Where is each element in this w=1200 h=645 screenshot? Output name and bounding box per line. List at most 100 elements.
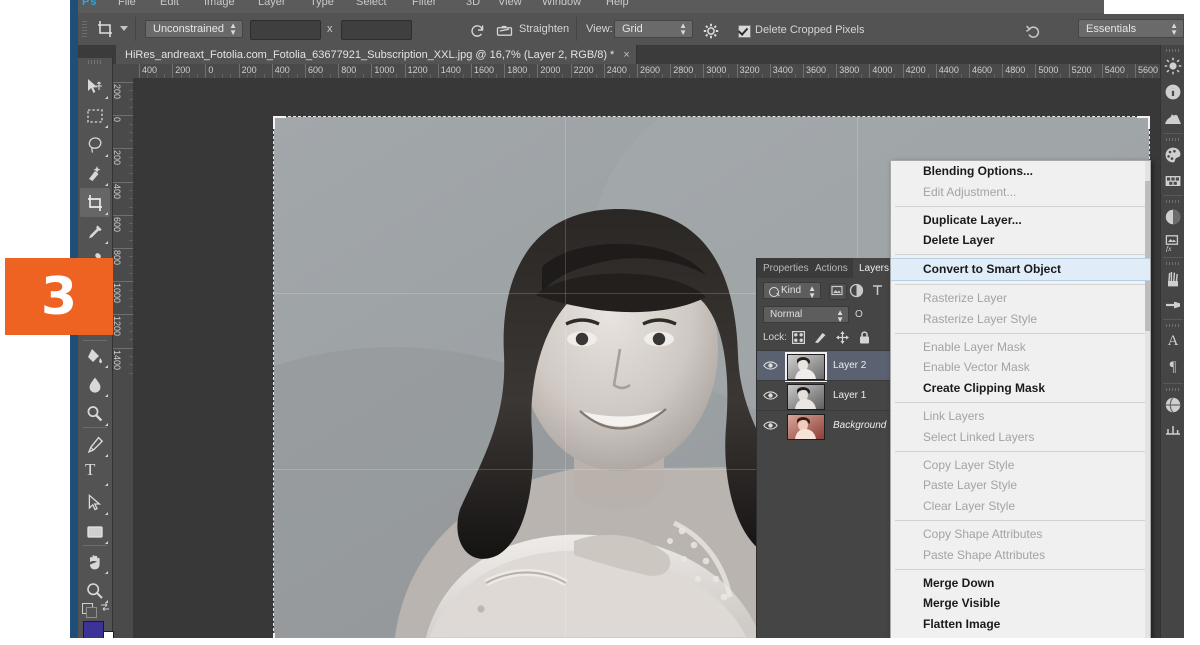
rectangle-tool[interactable] <box>80 517 110 546</box>
menu-item-help[interactable]: Help <box>606 0 629 8</box>
dock-group-grip-4[interactable] <box>1166 262 1180 265</box>
tool-flyout-indicator[interactable] <box>105 183 108 186</box>
eye-icon[interactable] <box>763 360 778 371</box>
straighten-icon[interactable] <box>496 24 513 38</box>
tab-properties[interactable]: Properties <box>757 258 809 278</box>
lock-all-icon[interactable] <box>857 330 872 345</box>
context-menu-item[interactable]: Flatten Image <box>891 614 1150 635</box>
crop-overlay-select[interactable]: Grid ▲▼ <box>614 20 693 38</box>
paragraph-icon[interactable]: ¶ <box>1164 359 1182 377</box>
menu-item-edit[interactable]: Edit <box>160 0 179 8</box>
dock-group-grip-5[interactable] <box>1166 324 1180 327</box>
tool-flyout-indicator[interactable] <box>105 241 108 244</box>
menu-item-layer[interactable]: Layer <box>258 0 286 8</box>
tool-flyout-indicator[interactable] <box>105 512 108 515</box>
gradient-tool[interactable] <box>80 341 110 370</box>
vertical-ruler[interactable]: 2000200400600800100012001400 <box>112 78 134 645</box>
layers-panel[interactable]: Properties Actions Layers Kind ▲▼ <box>756 258 906 645</box>
eyedropper-tool[interactable] <box>80 217 110 246</box>
tool-flyout-indicator[interactable] <box>105 541 108 544</box>
rectangular-marquee-tool[interactable] <box>80 101 110 130</box>
tool-flyout-indicator[interactable] <box>105 154 108 157</box>
menu-item-select[interactable]: Select <box>356 0 387 8</box>
undo-arrow-icon[interactable] <box>1025 23 1042 40</box>
eye-icon[interactable] <box>763 390 778 401</box>
dock-group-grip-6[interactable] <box>1166 388 1180 391</box>
info-icon[interactable] <box>1164 83 1182 101</box>
menu-item-window[interactable]: Window <box>542 0 581 8</box>
blend-mode-select[interactable]: Normal ▲▼ <box>763 306 849 323</box>
tab-actions[interactable]: Actions <box>809 258 853 278</box>
menu-item-3d[interactable]: 3D <box>466 0 480 8</box>
panel-dock-rail[interactable]: fx A ¶ <box>1160 45 1185 645</box>
hand-tool[interactable] <box>80 547 110 576</box>
filter-adjustment-layers-icon[interactable] <box>849 283 865 298</box>
context-menu-item[interactable]: Convert to Smart Object <box>891 258 1150 281</box>
path-selection-tool[interactable] <box>80 488 110 517</box>
filter-type-layers-icon[interactable] <box>871 283 887 298</box>
swatches-icon[interactable] <box>1164 172 1182 190</box>
workspace-select[interactable]: Essentials ▲▼ <box>1078 19 1184 38</box>
menu-item-view[interactable]: View <box>498 0 522 8</box>
brightness-contrast-icon[interactable] <box>1164 57 1182 75</box>
tool-flyout-indicator[interactable] <box>105 423 108 426</box>
brush-presets-icon[interactable] <box>1164 270 1182 288</box>
crop-width-input[interactable] <box>250 20 321 40</box>
dock-group-grip-3[interactable] <box>1166 200 1180 203</box>
layer-row-layer-2[interactable]: Layer 2 <box>757 350 905 381</box>
menu-item-file[interactable]: File <box>118 0 136 8</box>
tool-flyout-indicator[interactable] <box>105 394 108 397</box>
context-menu-item[interactable]: Merge Visible <box>891 593 1150 614</box>
character-icon[interactable]: A <box>1164 333 1182 351</box>
layer-thumbnail[interactable] <box>787 414 825 440</box>
default-colors-icon-back[interactable] <box>86 607 97 618</box>
reset-crop-icon[interactable] <box>470 24 485 39</box>
layer-filter-kind-select[interactable]: Kind ▲▼ <box>763 282 821 299</box>
tool-flyout-indicator[interactable] <box>105 212 108 215</box>
dock-group-grip-2[interactable] <box>1166 138 1180 141</box>
document-tab[interactable]: HiRes_andreaxt_Fotolia.com_Fotolia_63677… <box>116 45 637 64</box>
options-bar-grip[interactable] <box>82 21 87 37</box>
tools-panel[interactable]: T <box>78 58 113 645</box>
lasso-tool[interactable] <box>80 130 110 159</box>
crop-ratio-select[interactable]: Unconstrained ▲▼ <box>145 20 243 38</box>
tool-flyout-indicator[interactable] <box>105 454 108 457</box>
color-icon[interactable] <box>1164 146 1182 164</box>
layer-name[interactable]: Layer 1 <box>833 390 866 401</box>
layer-name[interactable]: Layer 2 <box>833 360 866 371</box>
tools-panel-grip[interactable] <box>88 60 102 64</box>
tool-flyout-indicator[interactable] <box>105 365 108 368</box>
tool-flyout-indicator[interactable] <box>105 125 108 128</box>
delete-cropped-pixels-checkbox[interactable] <box>738 25 751 38</box>
context-menu-item[interactable]: Delete Layer <box>891 230 1150 251</box>
crop-height-input[interactable] <box>341 20 412 40</box>
eye-icon[interactable] <box>763 420 778 431</box>
tool-flyout-indicator[interactable] <box>105 96 108 99</box>
adjustments-icon[interactable] <box>1164 208 1182 226</box>
dock-group-grip-1[interactable] <box>1166 49 1180 52</box>
context-menu-item[interactable]: Create Clipping Mask <box>891 378 1150 399</box>
ruler-origin-corner[interactable] <box>112 64 134 79</box>
lock-position-icon[interactable] <box>835 330 850 345</box>
timeline-icon[interactable] <box>1164 422 1182 440</box>
context-menu-item[interactable]: Blending Options... <box>891 161 1150 182</box>
histogram-icon[interactable] <box>1164 109 1182 127</box>
gear-icon[interactable] <box>703 23 719 39</box>
delete-cropped-pixels-label[interactable]: Delete Cropped Pixels <box>755 24 864 36</box>
crop-handle-top-left[interactable] <box>273 116 286 129</box>
layer-thumbnail[interactable] <box>787 384 825 410</box>
menu-item-image[interactable]: Image <box>204 0 235 8</box>
tool-flyout-indicator[interactable] <box>105 483 108 486</box>
horizontal-ruler[interactable]: 4002000200400600800100012001400160018002… <box>133 64 1184 79</box>
type-tool[interactable]: T <box>80 459 110 488</box>
crop-tool-preset-caret[interactable] <box>120 26 128 31</box>
layer-row-background[interactable]: Background <box>757 410 905 441</box>
context-menu-item[interactable]: Duplicate Layer... <box>891 210 1150 231</box>
menu-item-filter[interactable]: Filter <box>412 0 436 8</box>
tool-presets-icon[interactable] <box>1164 296 1182 314</box>
layer-thumbnail[interactable] <box>787 354 825 380</box>
menu-item-type[interactable]: Type <box>310 0 334 8</box>
pen-tool[interactable] <box>80 430 110 459</box>
filter-pixel-layers-icon[interactable] <box>829 283 847 300</box>
lock-transparent-pixels-icon[interactable] <box>791 330 806 345</box>
